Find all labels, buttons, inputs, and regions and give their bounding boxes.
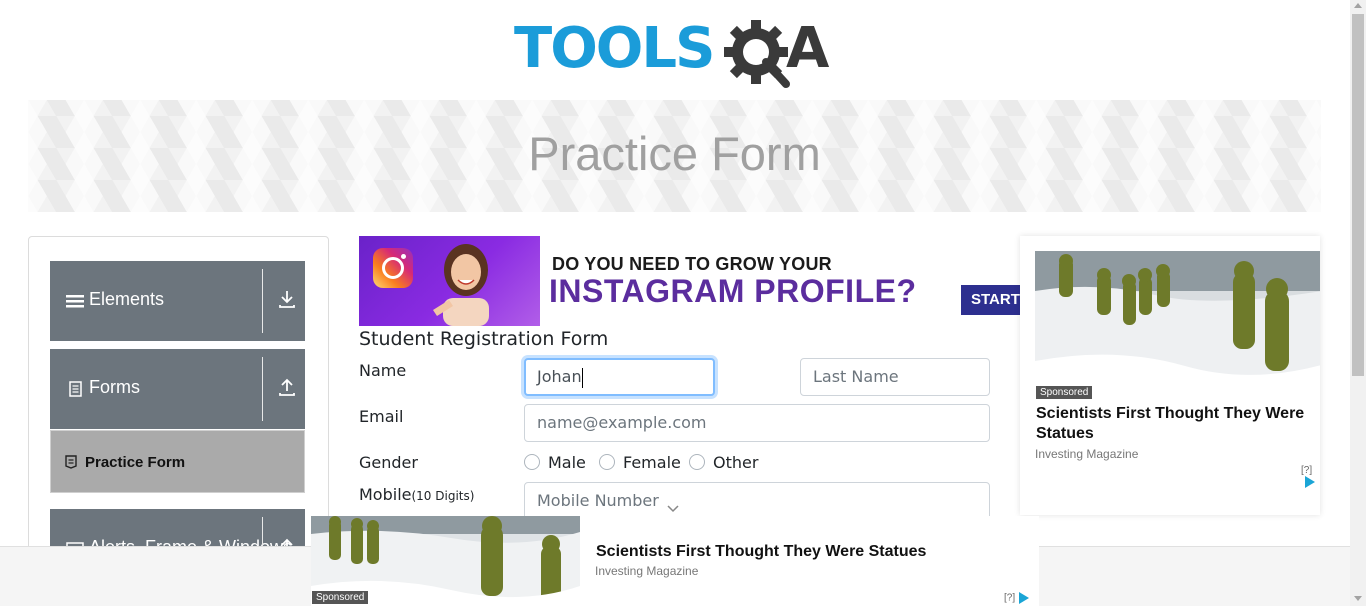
last-name-input[interactable]: Last Name — [800, 358, 990, 396]
ad-headline[interactable]: Scientists First Thought They Were Statu… — [1036, 404, 1316, 444]
instagram-ad-banner[interactable]: DO YOU NEED TO GROW YOUR INSTAGRAM PROFI… — [359, 236, 1021, 326]
adchoice-label: [?] — [1301, 465, 1313, 476]
first-name-value: Johan — [537, 367, 582, 386]
adchoices-icon[interactable]: [?] — [1301, 465, 1320, 488]
document-icon — [69, 381, 82, 397]
ad-source[interactable]: Investing Magazine — [1035, 447, 1138, 461]
scroll-thumb[interactable] — [1352, 14, 1364, 376]
gender-radio-male[interactable]: Male — [524, 453, 594, 473]
page: TOOLS A Practice Form Elements Forms Pra… — [0, 0, 1366, 606]
adchoice-label: [?] — [1004, 592, 1016, 604]
gender-label: Gender — [359, 453, 418, 472]
ad-image: Sponsored — [1035, 251, 1320, 401]
adchoices-icon[interactable]: [?] — [1004, 592, 1030, 604]
ad-image — [359, 236, 540, 326]
instagram-icon — [373, 248, 413, 288]
page-scrollbar[interactable] — [1350, 0, 1366, 606]
hamburger-icon — [66, 295, 84, 308]
sidebar-group-label: Forms — [89, 377, 140, 397]
text-caret — [581, 367, 583, 388]
adchoice-triangle-icon — [1019, 592, 1030, 604]
woman-photo — [433, 244, 489, 326]
divider — [262, 357, 263, 421]
bottom-sticky-ad[interactable]: Sponsored Scientists First Thought They … — [311, 516, 1039, 606]
gender-radio-female[interactable]: Female — [599, 453, 681, 473]
name-label: Name — [359, 361, 407, 380]
ad-headline[interactable]: Scientists First Thought They Were Statu… — [596, 543, 926, 561]
email-label: Email — [359, 407, 404, 426]
toolsqa-logo[interactable]: TOOLS A — [514, 14, 840, 92]
gender-radio-other[interactable]: Other — [689, 453, 759, 473]
logo-text-a: A — [786, 16, 830, 81]
sidebar-item-label: Practice Form — [85, 454, 186, 471]
chevron-down-icon — [667, 505, 679, 513]
sidebar-group-elements[interactable]: Elements — [50, 261, 305, 341]
gear-magnifier-icon — [724, 20, 790, 88]
ad-headline-line1: DO YOU NEED TO GROW YOUR — [552, 254, 832, 274]
sidebar-group-label: Elements — [89, 289, 165, 309]
page-title: Practice Form — [528, 127, 821, 180]
mobile-hint: (10 Digits) — [411, 489, 475, 503]
scroll-down-arrow-icon[interactable] — [1354, 596, 1362, 601]
sidebar-group-forms[interactable]: Forms — [50, 349, 305, 429]
scroll-up-arrow-icon[interactable] — [1354, 3, 1362, 8]
ad-image: Sponsored — [311, 516, 580, 606]
statues-photo — [1035, 251, 1320, 401]
radio-label[interactable]: Female — [623, 453, 681, 472]
mobile-label-text: Mobile — [359, 485, 412, 504]
mobile-label: Mobile(10 Digits) — [359, 485, 474, 504]
logo-text-tools: TOOLS — [514, 16, 715, 81]
ad-headline-line2: INSTAGRAM PROFILE? — [549, 273, 917, 309]
page-banner: Practice Form — [28, 100, 1321, 212]
divider — [262, 269, 263, 333]
left-sidebar: Elements Forms Practice Form — [28, 236, 329, 589]
radio-circle[interactable] — [599, 454, 615, 470]
right-sidebar-ad[interactable]: Sponsored Scientists First Thought They … — [1020, 236, 1320, 515]
ad-start-button[interactable]: START — [961, 285, 1021, 315]
radio-label[interactable]: Other — [713, 453, 758, 472]
sidebar-item-practice-form[interactable]: Practice Form — [50, 430, 305, 493]
sponsored-badge: Sponsored — [1036, 386, 1093, 399]
ad-source[interactable]: Investing Magazine — [595, 564, 698, 578]
radio-circle[interactable] — [524, 454, 540, 470]
download-arrow-icon[interactable] — [278, 289, 296, 309]
adchoice-triangle-icon — [1305, 476, 1315, 488]
email-input[interactable]: name@example.com — [524, 404, 990, 442]
radio-circle[interactable] — [689, 454, 705, 470]
upload-arrow-icon[interactable] — [278, 377, 296, 397]
form-icon — [65, 455, 77, 469]
sponsored-badge: Sponsored — [312, 591, 369, 604]
radio-label[interactable]: Male — [548, 453, 586, 472]
first-name-input[interactable]: Johan — [524, 358, 715, 396]
form-title: Student Registration Form — [359, 328, 609, 350]
